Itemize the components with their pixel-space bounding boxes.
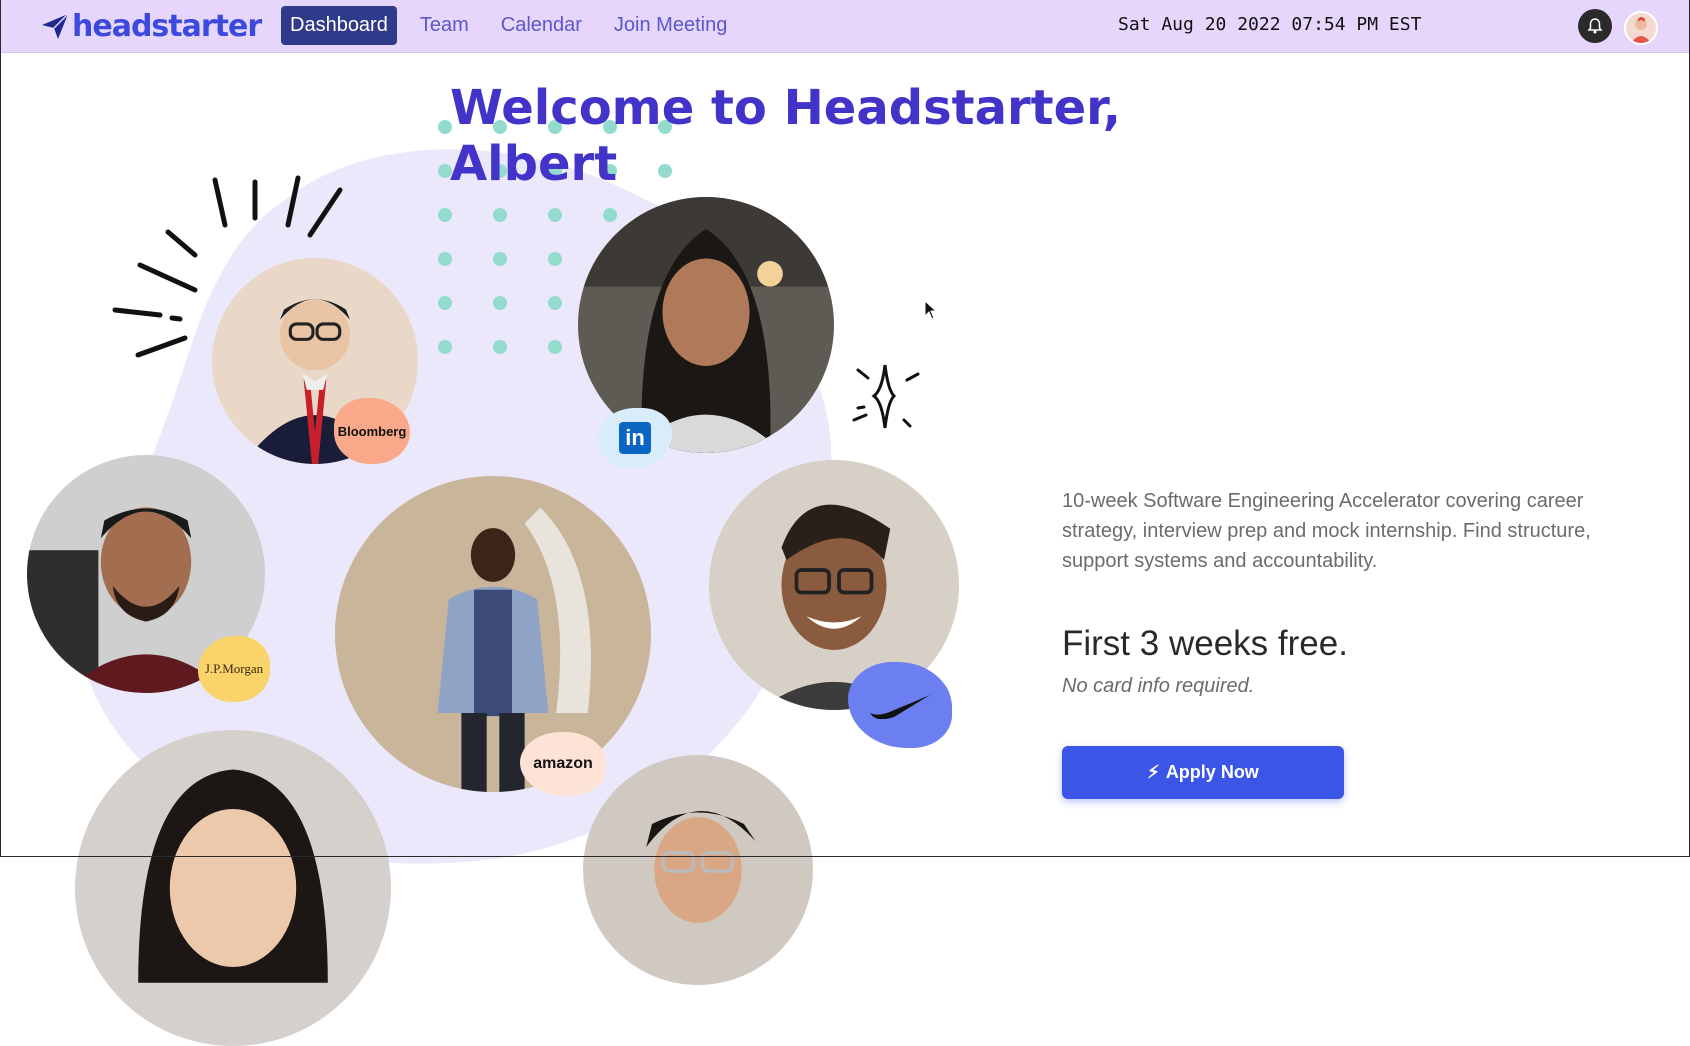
- bloomberg-badge: Bloomberg: [334, 398, 410, 464]
- nav-calendar[interactable]: Calendar: [492, 6, 591, 45]
- mouse-cursor-icon: [924, 300, 938, 320]
- profile-photo-bottom-right: [583, 755, 813, 985]
- paper-plane-icon: [42, 13, 69, 39]
- nike-swoosh-icon: [870, 695, 930, 719]
- top-navbar: headstarter Dashboard Team Calendar Join…: [0, 0, 1690, 53]
- apply-now-button[interactable]: ⚡︎ Apply Now: [1062, 746, 1344, 799]
- star-sparkle-icon: [852, 364, 920, 429]
- welcome-heading: Welcome to Headstarter, Albert: [450, 80, 1121, 192]
- main-nav: Dashboard Team Calendar Join Meeting: [281, 6, 750, 45]
- bell-icon: [1587, 18, 1603, 34]
- jpmorgan-badge: J.P.Morgan: [198, 636, 270, 702]
- profile-avatar[interactable]: [1624, 11, 1658, 45]
- user-avatar-icon: [1631, 17, 1651, 43]
- nav-team[interactable]: Team: [411, 6, 478, 45]
- linkedin-icon: in: [619, 422, 651, 454]
- lightning-icon: ⚡︎: [1147, 762, 1160, 782]
- program-description: 10-week Software Engineering Accelerator…: [1062, 490, 1591, 572]
- offer-note: No card info required.: [1062, 675, 1255, 697]
- brand-name: headstarter: [72, 8, 262, 44]
- offer-title: First 3 weeks free.: [1062, 624, 1348, 663]
- profile-photo-amazon: [335, 476, 651, 792]
- amazon-badge: amazon: [520, 732, 606, 796]
- current-datetime: Sat Aug 20 2022 07:54 PM EST: [1118, 14, 1422, 35]
- notification-button[interactable]: [1578, 9, 1612, 43]
- apply-now-label: Apply Now: [1165, 762, 1259, 782]
- brand-logo[interactable]: headstarter: [40, 8, 262, 44]
- nav-dashboard[interactable]: Dashboard: [281, 6, 397, 45]
- profile-photo-bottom-left: [75, 730, 391, 1046]
- nav-join-meeting[interactable]: Join Meeting: [605, 6, 736, 45]
